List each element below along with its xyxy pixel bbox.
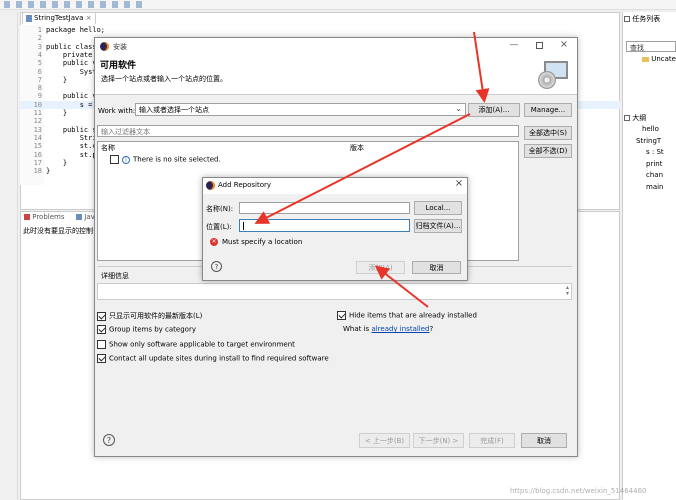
- arrow-to-repo-add-button: [374, 265, 429, 308]
- annotation-arrows: [254, 31, 490, 308]
- arrow-to-location-field: [254, 113, 471, 224]
- arrow-to-add-button: [473, 31, 490, 103]
- watermark: https://blog.csdn.net/weixin_51464460: [510, 487, 647, 495]
